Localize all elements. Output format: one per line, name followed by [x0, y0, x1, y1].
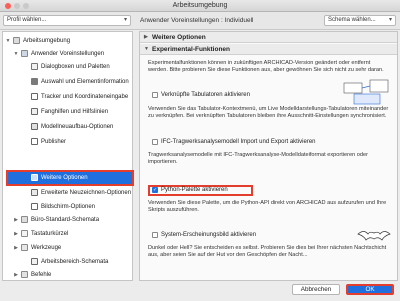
sidebar-item-label: Arbeitsbereich-Schemata	[41, 259, 109, 265]
sidebar-item-label: Weitere Optionen	[41, 175, 88, 181]
disclosure-closed-icon[interactable]: ▶	[13, 229, 19, 239]
disclosure-closed-icon[interactable]: ▶	[13, 215, 19, 225]
chevron-down-icon: ▾	[388, 17, 392, 23]
sidebar-item-label: Tracker und Koordinateneingabe	[41, 94, 129, 100]
sidebar-item-label: Werkzeuge	[31, 245, 62, 251]
sidebar-item-label: Dialogboxen und Paletten	[41, 64, 110, 70]
python-palette-label: Python-Palette aktivieren	[161, 187, 228, 193]
tree-group-label: Anwender Voreinstellungen	[31, 51, 105, 57]
tree-root-label: Arbeitsumgebung	[23, 38, 71, 44]
system-appearance-label: System-Erscheinungsbild aktivieren	[161, 232, 257, 238]
section-title: Experimental-Funktionen	[152, 46, 231, 53]
disclosure-closed-icon[interactable]: ▶	[144, 32, 148, 43]
disclosure-open-icon[interactable]: ▼	[5, 36, 11, 46]
disclosure-closed-icon[interactable]: ▶	[13, 270, 19, 280]
selection-icon	[31, 78, 38, 85]
ok-button[interactable]: OK	[346, 284, 394, 295]
ifc-structural-checkbox[interactable]	[152, 139, 158, 145]
settings-panel: ▶ Weitere Optionen ▼ Experimental-Funkti…	[139, 31, 398, 281]
minimize-window-button[interactable]	[14, 3, 20, 9]
rebuild-icon	[31, 123, 38, 130]
sidebar-item-label: Büro-Standard-Schemata	[31, 217, 100, 223]
section-header-weitere-optionen[interactable]: ▶ Weitere Optionen	[140, 32, 397, 43]
redraw-icon	[31, 189, 38, 196]
profile-select[interactable]: Profil wählen... ▾	[3, 15, 131, 26]
bat-icon	[357, 231, 391, 241]
settings-icon	[13, 37, 20, 44]
snap-guides-icon	[31, 108, 38, 115]
close-window-button[interactable]	[5, 3, 11, 9]
workspace-icon	[31, 258, 38, 265]
scheme-subtitle: Anwender Voreinstellungen : Individuell	[140, 17, 254, 24]
sidebar-item-label: Auswahl und Elementinformation	[41, 79, 129, 85]
user-icon	[21, 50, 28, 57]
publisher-icon	[31, 138, 38, 145]
disclosure-open-icon[interactable]: ▼	[13, 49, 19, 59]
disclosure-open-icon[interactable]: ▼	[144, 44, 149, 55]
experimental-intro: Experimentalfunktionen können in zukünft…	[148, 60, 384, 74]
section-header-experimental[interactable]: ▼ Experimental-Funktionen	[140, 44, 397, 55]
tracker-icon	[31, 93, 38, 100]
office-standard-icon	[21, 216, 28, 223]
sidebar-tree: ▼ Arbeitsumgebung ▼ Anwender Voreinstell…	[2, 31, 134, 281]
profile-select-value: Profil wählen...	[7, 17, 47, 23]
system-appearance-description: Dunkel oder Hell? Sie entscheiden es sel…	[148, 245, 387, 259]
commands-icon	[21, 271, 28, 278]
disclosure-closed-icon[interactable]: ▶	[13, 243, 19, 253]
dialog-icon	[31, 63, 38, 70]
sidebar-item-label: Bildschirm-Optionen	[41, 204, 96, 210]
section-title: Weitere Optionen	[152, 34, 206, 41]
toolbar: Profil wählen... ▾ Anwender Voreinstellu…	[0, 12, 400, 30]
linked-tabs-illustration	[343, 79, 389, 105]
zoom-window-button[interactable]	[23, 3, 29, 9]
sidebar-item-label: Publisher	[41, 139, 67, 145]
system-appearance-checkbox[interactable]	[152, 232, 158, 238]
linked-tabs-description: Verwenden Sie das Tabulator-Kontextmenü,…	[148, 106, 389, 120]
display-icon	[31, 203, 38, 210]
sidebar-item-label: Tastaturkürzel	[31, 231, 69, 237]
sidebar-item-label: Modellneuaufbau-Optionen	[41, 124, 114, 130]
schema-select-value: Schema wählen...	[328, 17, 376, 23]
python-palette-checkbox[interactable]: ✓	[152, 187, 158, 193]
sidebar-item-weitere-optionen[interactable]: Weitere Optionen	[6, 170, 134, 186]
chevron-down-icon: ▾	[123, 17, 127, 23]
ifc-structural-description: Tragwerksanalysemodelle mit IFC-Tragwerk…	[148, 152, 369, 166]
cancel-button[interactable]: Abbrechen	[292, 284, 340, 295]
window-titlebar: Arbeitsumgebung	[0, 0, 400, 12]
window-title: Arbeitsumgebung	[172, 2, 228, 9]
python-palette-description: Verwenden Sie diese Palette, um die Pyth…	[148, 200, 387, 214]
sidebar-item-label: Befehle	[31, 272, 52, 278]
linked-tabs-label: Verknüpfte Tabulatoren aktivieren	[161, 92, 250, 98]
linked-tabs-checkbox[interactable]	[152, 92, 158, 98]
tools-icon	[21, 244, 28, 251]
options-icon	[31, 174, 38, 181]
schema-select[interactable]: Schema wählen... ▾	[324, 15, 396, 26]
sidebar-item-label: Fanghilfen und Hilfslinien	[41, 109, 109, 115]
sidebar-item-label: Erweiterte Neuzeichnen-Optionen	[41, 190, 132, 196]
ifc-structural-label: IFC-Tragwerksanalysemodell Import und Ex…	[161, 139, 316, 145]
keyboard-icon	[21, 230, 28, 237]
